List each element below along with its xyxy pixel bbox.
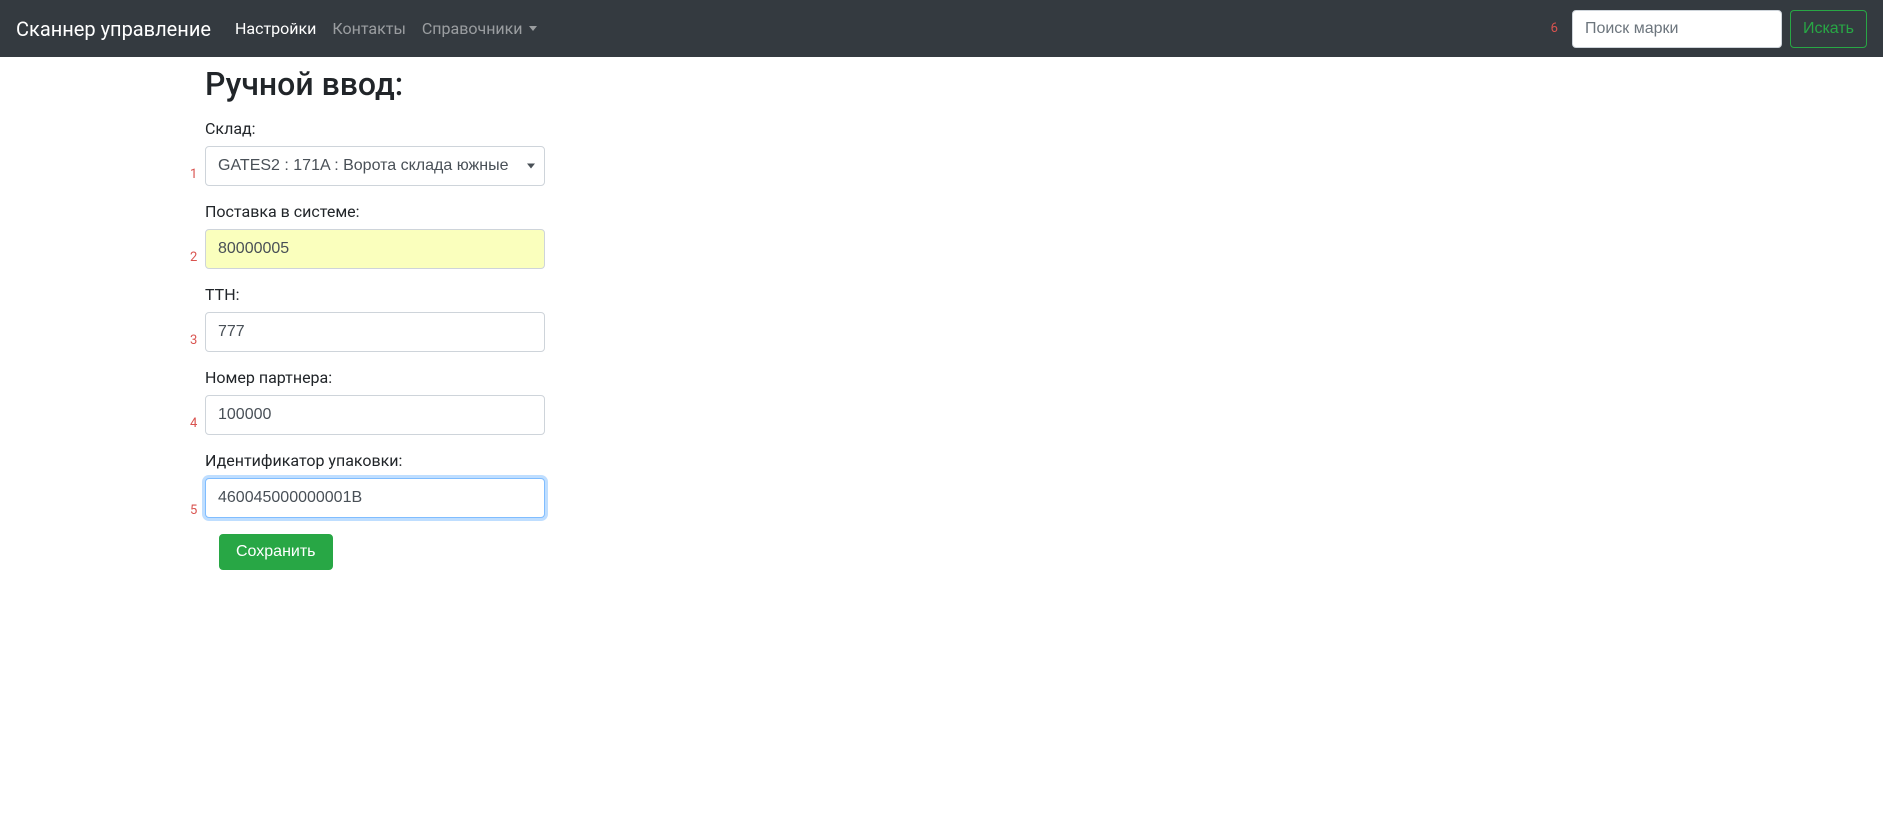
package-input[interactable] <box>205 478 545 518</box>
main-container: Ручной ввод: Склад: GATES2 : 171A : Воро… <box>0 57 1883 570</box>
search-annotation: 6 <box>1551 21 1558 36</box>
nav-link-references-label: Справочники <box>422 19 523 38</box>
nav-link-references[interactable]: Справочники <box>422 19 537 38</box>
ttn-label: ТТН: <box>205 285 1883 304</box>
search-input[interactable] <box>1572 10 1782 48</box>
search-button[interactable]: Искать <box>1790 10 1867 48</box>
warehouse-select[interactable]: GATES2 : 171A : Ворота склада южные <box>205 146 545 186</box>
nav-link-contacts[interactable]: Контакты <box>332 19 405 38</box>
delivery-annotation: 2 <box>190 250 197 265</box>
form-group-delivery: Поставка в системе: 2 <box>205 202 1883 269</box>
nav-link-settings[interactable]: Настройки <box>235 19 316 38</box>
ttn-input[interactable] <box>205 312 545 352</box>
partner-label: Номер партнера: <box>205 368 1883 387</box>
form-group-ttn: ТТН: 3 <box>205 285 1883 352</box>
nav-item-settings[interactable]: Настройки <box>235 19 316 38</box>
nav-item-references[interactable]: Справочники <box>422 19 537 38</box>
package-label: Идентификатор упаковки: <box>205 451 1883 470</box>
nav-item-contacts[interactable]: Контакты <box>332 19 405 38</box>
delivery-input[interactable] <box>205 229 545 269</box>
warehouse-label: Склад: <box>205 119 1883 138</box>
chevron-down-icon <box>529 26 537 31</box>
delivery-label: Поставка в системе: <box>205 202 1883 221</box>
partner-annotation: 4 <box>190 416 197 431</box>
ttn-annotation: 3 <box>190 333 197 348</box>
navbar-left: Сканнер управление Настройки Контакты Сп… <box>16 17 553 41</box>
navbar: Сканнер управление Настройки Контакты Сп… <box>0 0 1883 57</box>
navbar-nav: Настройки Контакты Справочники <box>235 19 553 38</box>
navbar-brand[interactable]: Сканнер управление <box>16 17 211 41</box>
partner-input[interactable] <box>205 395 545 435</box>
warehouse-select-wrapper: GATES2 : 171A : Ворота склада южные <box>205 146 545 186</box>
form-group-warehouse: Склад: GATES2 : 171A : Ворота склада южн… <box>205 119 1883 186</box>
warehouse-annotation: 1 <box>190 167 197 182</box>
form-group-partner: Номер партнера: 4 <box>205 368 1883 435</box>
package-annotation: 5 <box>190 503 197 518</box>
page-title: Ручной ввод: <box>205 65 1883 103</box>
navbar-right: 6 Искать <box>1551 10 1867 48</box>
form-group-package: Идентификатор упаковки: 5 <box>205 451 1883 518</box>
save-button[interactable]: Сохранить <box>219 534 333 570</box>
